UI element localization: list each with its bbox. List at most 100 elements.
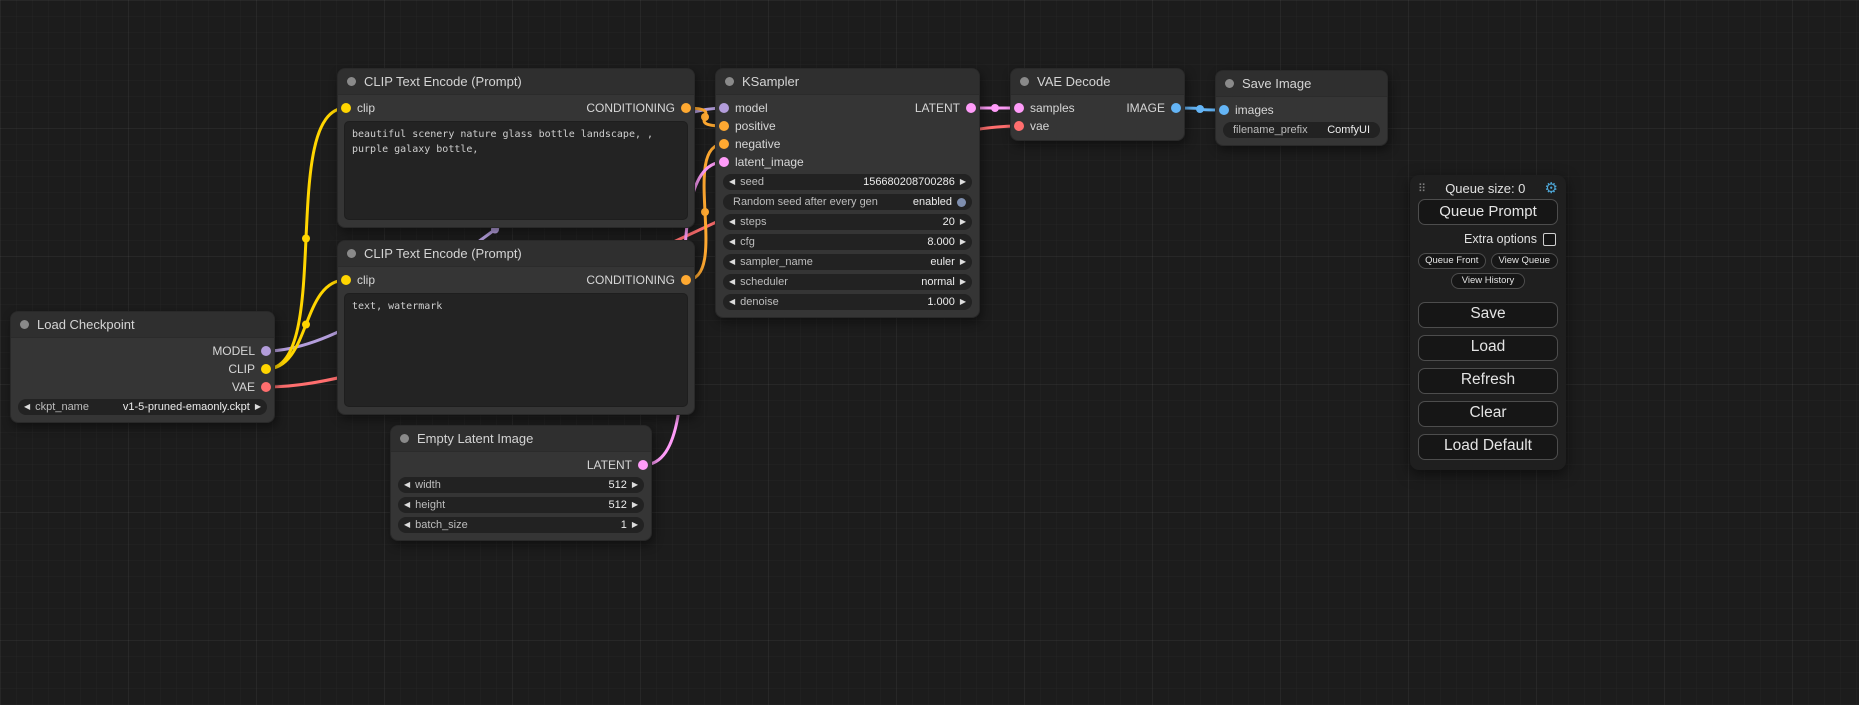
clip-input-port-icon[interactable] (341, 103, 351, 113)
settings-gear-icon[interactable]: ⚙ (1545, 181, 1558, 196)
image-output-port-icon[interactable] (1171, 103, 1181, 113)
node-title-bar[interactable]: Empty Latent Image (391, 426, 651, 452)
next-value-arrow-icon[interactable]: ▶ (960, 218, 966, 226)
next-value-arrow-icon[interactable]: ▶ (960, 178, 966, 186)
save-button[interactable]: Save (1418, 302, 1558, 328)
prev-value-arrow-icon[interactable]: ◀ (729, 238, 735, 246)
slot-label-latent: LATENT (915, 101, 960, 115)
clear-button[interactable]: Clear (1418, 401, 1558, 427)
slot-label-latent: LATENT (587, 458, 632, 472)
node-load-checkpoint[interactable]: Load Checkpoint MODEL CLIP VAE ◀ ckpt_na… (10, 311, 275, 423)
node-title-bar[interactable]: Save Image (1216, 71, 1387, 97)
queue-panel: ⠿ Queue size: 0 ⚙ Queue Prompt Extra opt… (1410, 175, 1566, 470)
clip-output-port-icon[interactable] (261, 364, 271, 374)
widget-ckpt-name[interactable]: ◀ ckpt_name v1-5-pruned-emaonly.ckpt ▶ (18, 399, 267, 415)
slot-row: positive (716, 117, 979, 135)
widget-denoise[interactable]: ◀ denoise 1.000 ▶ (723, 294, 972, 310)
node-title-bar[interactable]: Load Checkpoint (11, 312, 274, 338)
prev-value-arrow-icon[interactable]: ◀ (729, 218, 735, 226)
refresh-button[interactable]: Refresh (1418, 368, 1558, 394)
collapse-dot-icon[interactable] (1225, 79, 1234, 88)
load-default-button[interactable]: Load Default (1418, 434, 1558, 460)
slot-label-conditioning: CONDITIONING (586, 273, 675, 287)
negative-input-port-icon[interactable] (719, 139, 729, 149)
collapse-dot-icon[interactable] (347, 77, 356, 86)
collapse-dot-icon[interactable] (400, 434, 409, 443)
queue-prompt-button[interactable]: Queue Prompt (1418, 199, 1558, 225)
extra-options-checkbox[interactable] (1543, 233, 1556, 246)
prompt-text-input[interactable]: text, watermark (344, 293, 688, 407)
node-clip-text-encode-positive[interactable]: CLIP Text Encode (Prompt) clip CONDITION… (337, 68, 695, 228)
node-title-bar[interactable]: VAE Decode (1011, 69, 1184, 95)
widget-random-seed-toggle[interactable]: Random seed after every gen enabled (723, 194, 972, 210)
widget-scheduler[interactable]: ◀ scheduler normal ▶ (723, 274, 972, 290)
latent-output-port-icon[interactable] (966, 103, 976, 113)
slot-label-vae: VAE (232, 380, 255, 394)
next-value-arrow-icon[interactable]: ▶ (960, 278, 966, 286)
node-title: KSampler (742, 74, 799, 89)
conditioning-output-port-icon[interactable] (681, 275, 691, 285)
conditioning-output-port-icon[interactable] (681, 103, 691, 113)
widget-width[interactable]: ◀ width 512 ▶ (398, 477, 644, 493)
widget-value: 156680208700286 (863, 176, 955, 188)
prev-value-arrow-icon[interactable]: ◀ (404, 521, 410, 529)
prev-value-arrow-icon[interactable]: ◀ (404, 481, 410, 489)
view-queue-button[interactable]: View Queue (1491, 253, 1559, 269)
prev-value-arrow-icon[interactable]: ◀ (729, 258, 735, 266)
prev-value-arrow-icon[interactable]: ◀ (404, 501, 410, 509)
next-value-arrow-icon[interactable]: ▶ (632, 481, 638, 489)
prev-value-arrow-icon[interactable]: ◀ (24, 403, 30, 411)
next-value-arrow-icon[interactable]: ▶ (255, 403, 261, 411)
prev-value-arrow-icon[interactable]: ◀ (729, 298, 735, 306)
widget-height[interactable]: ◀ height 512 ▶ (398, 497, 644, 513)
load-button[interactable]: Load (1418, 335, 1558, 361)
widget-steps[interactable]: ◀ steps 20 ▶ (723, 214, 972, 230)
widget-sampler-name[interactable]: ◀ sampler_name euler ▶ (723, 254, 972, 270)
widget-batch-size[interactable]: ◀ batch_size 1 ▶ (398, 517, 644, 533)
next-value-arrow-icon[interactable]: ▶ (960, 238, 966, 246)
vae-output-port-icon[interactable] (261, 382, 271, 392)
widget-value: 1 (621, 519, 627, 531)
slot-row: samples IMAGE (1011, 99, 1184, 117)
node-vae-decode[interactable]: VAE Decode samples IMAGE vae (1010, 68, 1185, 141)
widget-cfg[interactable]: ◀ cfg 8.000 ▶ (723, 234, 972, 250)
prev-value-arrow-icon[interactable]: ◀ (729, 278, 735, 286)
widget-filename-prefix[interactable]: filename_prefix ComfyUI (1223, 122, 1380, 138)
next-value-arrow-icon[interactable]: ▶ (632, 501, 638, 509)
positive-input-port-icon[interactable] (719, 121, 729, 131)
graph-canvas[interactable]: { "colors": { "MODEL": "#b39ddb", "CLIP"… (0, 0, 1859, 705)
node-empty-latent-image[interactable]: Empty Latent Image LATENT ◀ width 512 ▶ … (390, 425, 652, 541)
toggle-dot-icon[interactable] (957, 198, 966, 207)
node-title: CLIP Text Encode (Prompt) (364, 246, 522, 261)
clip-input-port-icon[interactable] (341, 275, 351, 285)
images-input-port-icon[interactable] (1219, 105, 1229, 115)
node-title-bar[interactable]: KSampler (716, 69, 979, 95)
widget-seed[interactable]: ◀ seed 156680208700286 ▶ (723, 174, 972, 190)
slot-label-model: model (735, 101, 768, 115)
prev-value-arrow-icon[interactable]: ◀ (729, 178, 735, 186)
node-ksampler[interactable]: KSampler model LATENT positive negative (715, 68, 980, 318)
node-save-image[interactable]: Save Image images filename_prefix ComfyU… (1215, 70, 1388, 146)
collapse-dot-icon[interactable] (1020, 77, 1029, 86)
model-output-port-icon[interactable] (261, 346, 271, 356)
node-title-bar[interactable]: CLIP Text Encode (Prompt) (338, 241, 694, 267)
model-input-port-icon[interactable] (719, 103, 729, 113)
collapse-dot-icon[interactable] (347, 249, 356, 258)
vae-input-port-icon[interactable] (1014, 121, 1024, 131)
node-clip-text-encode-negative[interactable]: CLIP Text Encode (Prompt) clip CONDITION… (337, 240, 695, 415)
latent-output-port-icon[interactable] (638, 460, 648, 470)
prompt-text-input[interactable]: beautiful scenery nature glass bottle la… (344, 121, 688, 220)
samples-input-port-icon[interactable] (1014, 103, 1024, 113)
drag-handle-icon[interactable]: ⠿ (1418, 182, 1426, 195)
next-value-arrow-icon[interactable]: ▶ (960, 298, 966, 306)
queue-front-button[interactable]: Queue Front (1418, 253, 1486, 269)
latent-image-input-port-icon[interactable] (719, 157, 729, 167)
next-value-arrow-icon[interactable]: ▶ (960, 258, 966, 266)
next-value-arrow-icon[interactable]: ▶ (632, 521, 638, 529)
collapse-dot-icon[interactable] (725, 77, 734, 86)
slot-label-conditioning: CONDITIONING (586, 101, 675, 115)
widget-value: 8.000 (927, 236, 955, 248)
collapse-dot-icon[interactable] (20, 320, 29, 329)
view-history-button[interactable]: View History (1451, 273, 1525, 289)
node-title-bar[interactable]: CLIP Text Encode (Prompt) (338, 69, 694, 95)
